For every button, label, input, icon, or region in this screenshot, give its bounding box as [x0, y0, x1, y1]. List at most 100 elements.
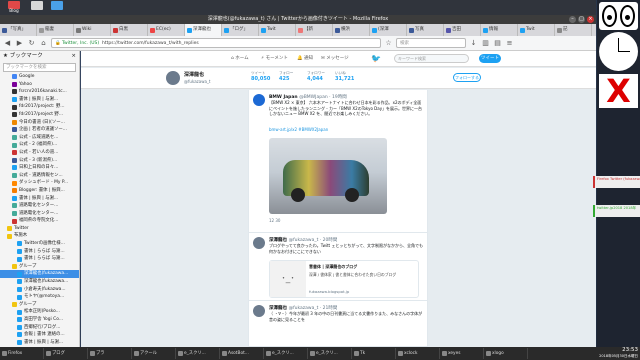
bookmark-item[interactable]: 書体 | 振興 | 与謝...: [0, 96, 79, 104]
site-identity[interactable]: Twitter, Inc. (US): [62, 41, 99, 46]
library-icon[interactable]: ▥: [481, 39, 490, 48]
bookmark-item[interactable]: 今日の書道 (日)(ソー...: [0, 119, 79, 127]
tweet-link[interactable]: bmw-art.jp/x2 #BMWX2Japan: [269, 127, 424, 133]
tweet-button[interactable]: ツイート: [479, 54, 501, 63]
sidebar-header[interactable]: ★ ブックマーク ×: [0, 51, 79, 62]
nav-moments[interactable]: ⚡ モーメント: [261, 51, 288, 67]
window-titlebar[interactable]: 深澤龍也(@fukazawa_t) さん | Twitterから画像付きツイート…: [0, 15, 596, 24]
tab[interactable]: 吉田: [444, 24, 481, 36]
tab[interactable]: EC(ec): [148, 24, 185, 36]
menu-icon[interactable]: ≡: [505, 39, 514, 48]
tab[interactable]: 「ログ」: [222, 24, 259, 36]
taskbar-item[interactable]: Firefox: [0, 348, 44, 359]
tab[interactable]: 深澤龍也: [185, 24, 222, 36]
bookmark-item[interactable]: 松本正則(Posko...: [0, 308, 79, 316]
bookmark-item[interactable]: 書体 | 振興 | 与謝...: [0, 195, 79, 203]
bookmark-item[interactable]: 小倉寿夫(fukazwa...: [0, 286, 79, 294]
tweet[interactable]: BMW Japan @BMWJapan · 19時間 【BMW X2 × 東京】…: [249, 90, 427, 233]
profile-stat[interactable]: フォロー 425: [279, 71, 293, 82]
reload-icon[interactable]: ↻: [27, 39, 36, 48]
bookmark-item[interactable]: グループ: [0, 263, 79, 271]
bookmark-item[interactable]: 公式 - 若い人の道...: [0, 149, 79, 157]
bookmark-item[interactable]: 西郷紀行/ブログ...: [0, 324, 79, 332]
tab[interactable]: 【新: [296, 24, 333, 36]
bookmark-item[interactable]: 公式 - 2 (福岡県)...: [0, 141, 79, 149]
tab[interactable]: 「写真」: [0, 24, 37, 36]
taskbar-item[interactable]: Tk: [352, 348, 396, 359]
bookmark-item[interactable]: 道路電化センター...: [0, 202, 79, 210]
bmw-avatar[interactable]: [253, 94, 265, 106]
bookmark-item[interactable]: 道路電化センター...: [0, 210, 79, 218]
back-icon[interactable]: ◀: [3, 39, 12, 48]
tab[interactable]: 白黒: [111, 24, 148, 36]
profile-avatar[interactable]: [166, 71, 180, 85]
taskbar-item[interactable]: xlogo: [484, 348, 528, 359]
tab[interactable]: (深澤: [370, 24, 407, 36]
bookmark-item[interactable]: ダッシュボード - My P...: [0, 179, 79, 187]
taskbar-item[interactable]: アクール: [132, 348, 176, 359]
tweet-actions[interactable]: 12 30: [269, 218, 424, 224]
twitter-search-input[interactable]: キーワード検索: [394, 54, 469, 63]
search-input[interactable]: 検索: [396, 38, 466, 48]
taskbar-item[interactable]: ブログ: [44, 348, 88, 359]
forward-icon[interactable]: ▶: [15, 39, 24, 48]
profile-stat[interactable]: いいね 31,721: [335, 71, 354, 82]
bookmark-item[interactable]: 公式 - 広域道路セ...: [0, 134, 79, 142]
profile-stat[interactable]: ツイート 80,050: [251, 71, 270, 82]
tweet[interactable]: 深澤龍也 @fukazawa_t · 20時間 ブログやってて良かったわ。Twi…: [249, 233, 427, 301]
taskbar-item[interactable]: e_スクリ...: [176, 348, 220, 359]
tab[interactable]: Wiki: [74, 24, 111, 36]
bookmark-item[interactable]: 公式 - 道路情報セン...: [0, 172, 79, 180]
bookmark-item[interactable]: 書体 | ららば 与謝...: [0, 255, 79, 263]
close-icon[interactable]: ×: [71, 51, 76, 62]
bookmark-item[interactable]: 書体 | ららば 与謝...: [0, 248, 79, 256]
bookmark-item[interactable]: 日和上日和の日々...: [0, 164, 79, 172]
tab[interactable]: Twit: [259, 24, 296, 36]
bookmark-item[interactable]: 書体 | 振興 | 与謝...: [0, 339, 79, 347]
taskbar-item[interactable]: e_スクリ...: [308, 348, 352, 359]
tweet[interactable]: 深澤龍也 @fukazawa_t · 21時間 （ ・∀・）今年が最初 3 年の…: [249, 301, 427, 347]
author-avatar[interactable]: [253, 305, 265, 317]
bookmark-item[interactable]: 公式 - 3 (新潟県)...: [0, 157, 79, 165]
tweet-image[interactable]: [269, 138, 387, 214]
close-icon[interactable]: ×: [587, 16, 594, 23]
nav-messages[interactable]: ✉ メッセージ: [321, 51, 349, 67]
profile-stat[interactable]: フォロワー 4,044: [307, 71, 325, 82]
twitter-bird-icon[interactable]: 🐦: [371, 51, 381, 67]
bookmark-item[interactable]: 布施木: [0, 232, 79, 240]
link-card[interactable]: ･_･ 意書体 | 深澤龍也のブログ 深澤 / 書体家 | 書と書体に合わせた良…: [269, 260, 419, 298]
bookmark-item[interactable]: Blogger: 書体 | 振興...: [0, 187, 79, 195]
bookmark-item[interactable]: 高田学舎 Yogi Co...: [0, 316, 79, 324]
bookmark-item[interactable]: モトヤ(@motoya...: [0, 293, 79, 301]
bookmark-item[interactable]: Yahoo: [0, 81, 79, 89]
bookmark-item[interactable]: fdr2017/project 野...: [0, 111, 79, 119]
bookmark-item[interactable]: 深澤龍也(fukazawa...: [0, 270, 79, 279]
home-icon[interactable]: ⌂: [39, 39, 48, 48]
tab[interactable]: 情報: [481, 24, 518, 36]
bookmark-item[interactable]: 企画 | 若者の道議ソー...: [0, 126, 79, 134]
dock-blog[interactable]: Blog: [3, 1, 25, 14]
bookmark-item[interactable]: Google: [0, 73, 79, 81]
dock-files[interactable]: [29, 1, 45, 13]
tab[interactable]: 写真: [407, 24, 444, 36]
taskbar-item[interactable]: ブラ: [88, 348, 132, 359]
bookmark-item[interactable]: 深澤龍也(fukazawa...: [0, 278, 79, 286]
bookmark-item[interactable]: グループ: [0, 301, 79, 309]
sidebar-toggle-icon[interactable]: ▤: [493, 39, 502, 48]
url-bar[interactable]: 🔒 Twitter, Inc. (US) https://twitter.com…: [51, 38, 381, 48]
taskbar-item[interactable]: AsotBot...: [220, 348, 264, 359]
taskbar-clock[interactable]: 23:53 2018年05月30日水曜日: [592, 347, 638, 360]
bookmark-item[interactable]: Twitter: [0, 225, 79, 233]
tab[interactable]: 横浜: [333, 24, 370, 36]
follow-button[interactable]: フォローする: [453, 73, 481, 82]
maximize-icon[interactable]: □: [578, 16, 585, 23]
tab[interactable]: 記: [555, 24, 592, 36]
tab[interactable]: Twit: [518, 24, 555, 36]
taskbar-item[interactable]: e_スクリ...: [264, 348, 308, 359]
notification-firefox[interactable]: Firefox Twitter (fukazawa): [593, 176, 640, 188]
bookmark-star-icon[interactable]: ☆: [384, 39, 393, 48]
bookmark-item[interactable]: 福岡県の寺院文化...: [0, 217, 79, 225]
download-icon[interactable]: ↓: [469, 39, 478, 48]
notification-twitter[interactable]: twitter-jp2018 2018年: [593, 205, 640, 217]
dock-folder[interactable]: [49, 1, 65, 13]
